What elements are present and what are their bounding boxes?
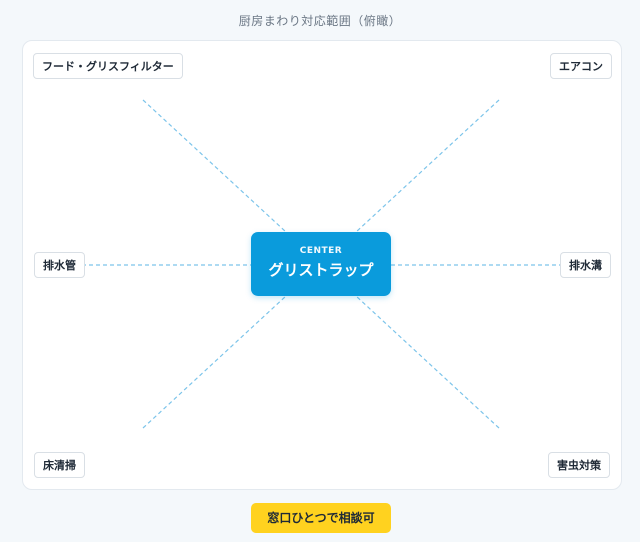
consult-button[interactable]: 窓口ひとつで相談可 [251, 503, 391, 533]
center-node: CENTER グリストラップ [251, 232, 391, 296]
center-label: グリストラップ [268, 261, 374, 279]
connector-top-right [355, 99, 500, 233]
node-top-right: エアコン [550, 53, 612, 79]
center-kicker: CENTER [299, 246, 343, 256]
connector-bottom-left [142, 295, 287, 429]
node-middle-right: 排水溝 [560, 252, 611, 278]
node-bottom-left: 床清掃 [34, 452, 85, 478]
node-top-left: フード・グリスフィルター [33, 53, 183, 79]
connector-top-left [142, 99, 287, 233]
connector-bottom-right [355, 295, 500, 429]
node-bottom-right: 害虫対策 [548, 452, 610, 478]
node-middle-left: 排水管 [34, 252, 85, 278]
diagram-page: 厨房まわり対応範囲（俯瞰） フード・グリスフィルター エアコン 排水管 排水溝 … [0, 0, 640, 542]
